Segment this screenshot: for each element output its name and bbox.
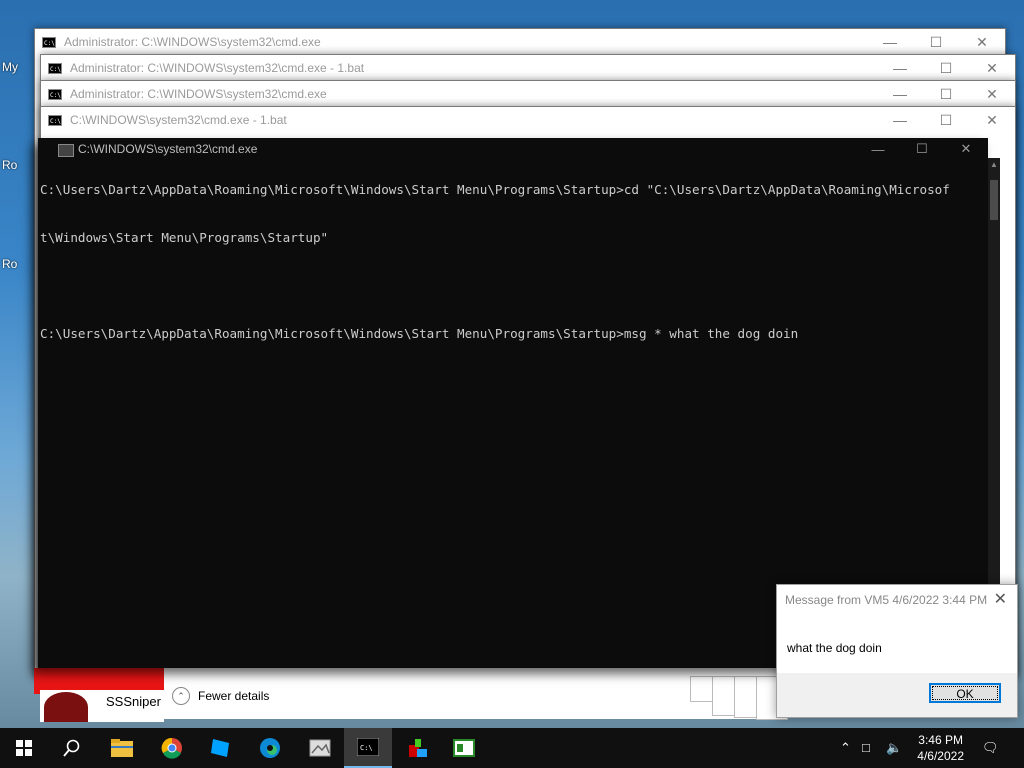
titlebar[interactable]: C:\ Administrator: C:\WINDOWS\system32\c… — [35, 29, 1005, 55]
desktop-icon-label[interactable]: Ro — [2, 257, 17, 271]
minimize-button[interactable]: — — [877, 55, 923, 81]
dialog-title: Message from VM5 4/6/2022 3:44 PM — [785, 593, 988, 607]
minimize-button[interactable]: — — [877, 81, 923, 107]
dialog-message: what the dog doin — [787, 641, 882, 655]
chrome-icon — [161, 737, 182, 759]
minimize-button[interactable]: — — [877, 107, 923, 133]
notepad-icon — [453, 739, 475, 757]
taskbar: C:\ ⌃ □ 🔈 3:46 PM 4/6/2022 🗨 — [0, 728, 1024, 768]
date-label: 4/6/2022 — [917, 749, 964, 763]
chevron-up-icon[interactable]: ⌃ — [840, 740, 851, 756]
edge-button[interactable] — [246, 728, 294, 768]
window-title: C:\WINDOWS\system32\cmd.exe - 1.bat — [70, 113, 287, 127]
cmd-icon: C:\ — [48, 114, 62, 126]
search-button[interactable] — [48, 728, 96, 768]
maximize-button[interactable]: ☐ — [923, 107, 969, 133]
cmd-icon: C:\ — [357, 738, 379, 756]
fewer-details-bar[interactable]: ⌃ Fewer details — [164, 673, 776, 719]
app-button[interactable] — [440, 728, 488, 768]
maximize-button[interactable]: ☐ — [923, 81, 969, 107]
paint-icon — [409, 739, 427, 757]
cmd-icon: C:\ — [48, 62, 62, 74]
chrome-button[interactable] — [148, 728, 196, 768]
titlebar[interactable]: C:\ C:\WINDOWS\system32\cmd.exe - 1.bat … — [41, 107, 1015, 133]
clock[interactable]: 3:46 PM 4/6/2022 — [917, 732, 964, 764]
scroll-thumb[interactable] — [990, 180, 998, 220]
window-title: Administrator: C:\WINDOWS\system32\cmd.e… — [70, 61, 365, 75]
file-explorer-button[interactable] — [98, 728, 146, 768]
titlebar[interactable]: C:\ Administrator: C:\WINDOWS\system32\c… — [41, 55, 1015, 81]
close-icon[interactable]: ✕ — [994, 589, 1007, 609]
svg-text:C:\: C:\ — [360, 744, 373, 752]
cmd-icon: C:\ — [42, 36, 56, 48]
app-button[interactable] — [296, 728, 344, 768]
console-output[interactable]: C:\Users\Dartz\AppData\Roaming\Microsoft… — [40, 150, 1000, 374]
console-line: t\Windows\Start Menu\Programs\Startup" — [40, 230, 329, 245]
console-line: C:\Users\Dartz\AppData\Roaming\Microsoft… — [40, 182, 950, 197]
dialog-body: what the dog doin — [777, 617, 1017, 673]
user-name: SSSniper — [106, 694, 161, 709]
avatar — [44, 692, 88, 722]
volume-icon[interactable]: 🔈 — [886, 740, 902, 756]
app-button[interactable] — [394, 728, 442, 768]
dialog-footer: OK — [777, 673, 1017, 717]
close-button[interactable]: ✕ — [969, 81, 1015, 107]
cmd-taskbar-button[interactable]: C:\ — [344, 728, 392, 768]
window-title: Administrator: C:\WINDOWS\system32\cmd.e… — [64, 35, 321, 49]
desktop-icon-label[interactable]: Ro — [2, 158, 17, 172]
roblox-studio-icon — [211, 739, 229, 757]
window-title: Administrator: C:\WINDOWS\system32\cmd.e… — [70, 87, 327, 101]
titlebar[interactable]: C:\ Administrator: C:\WINDOWS\system32\c… — [41, 81, 1015, 107]
windows-logo-icon — [16, 740, 32, 756]
chevron-up-icon[interactable]: ⌃ — [172, 687, 190, 705]
folder-icon — [111, 739, 133, 757]
fewer-details-label[interactable]: Fewer details — [198, 689, 269, 703]
notifications-icon[interactable]: 🗨 — [982, 740, 999, 756]
time-label: 3:46 PM — [918, 733, 963, 747]
console-line: C:\Users\Dartz\AppData\Roaming\Microsoft… — [40, 326, 799, 341]
edge-icon — [260, 738, 280, 758]
maximize-button[interactable]: ☐ — [923, 55, 969, 81]
cmd-icon: C:\ — [48, 88, 62, 100]
image-viewer-icon — [309, 739, 331, 757]
roblox-studio-button[interactable] — [196, 728, 244, 768]
desktop-icon-label[interactable]: My — [2, 60, 18, 74]
scroll-up-icon[interactable]: ▲ — [988, 158, 1000, 172]
maximize-button[interactable]: ☐ — [913, 29, 959, 55]
close-button[interactable]: ✕ — [959, 29, 1005, 55]
start-button[interactable] — [0, 728, 48, 768]
ok-button[interactable]: OK — [929, 683, 1001, 703]
user-card: SSSniper — [40, 690, 164, 722]
message-dialog[interactable]: Message from VM5 4/6/2022 3:44 PM ✕ what… — [776, 584, 1018, 718]
close-button[interactable]: ✕ — [969, 107, 1015, 133]
minimize-button[interactable]: — — [867, 29, 913, 55]
network-icon[interactable]: □ — [862, 740, 870, 755]
close-button[interactable]: ✕ — [969, 55, 1015, 81]
search-icon — [63, 739, 80, 757]
